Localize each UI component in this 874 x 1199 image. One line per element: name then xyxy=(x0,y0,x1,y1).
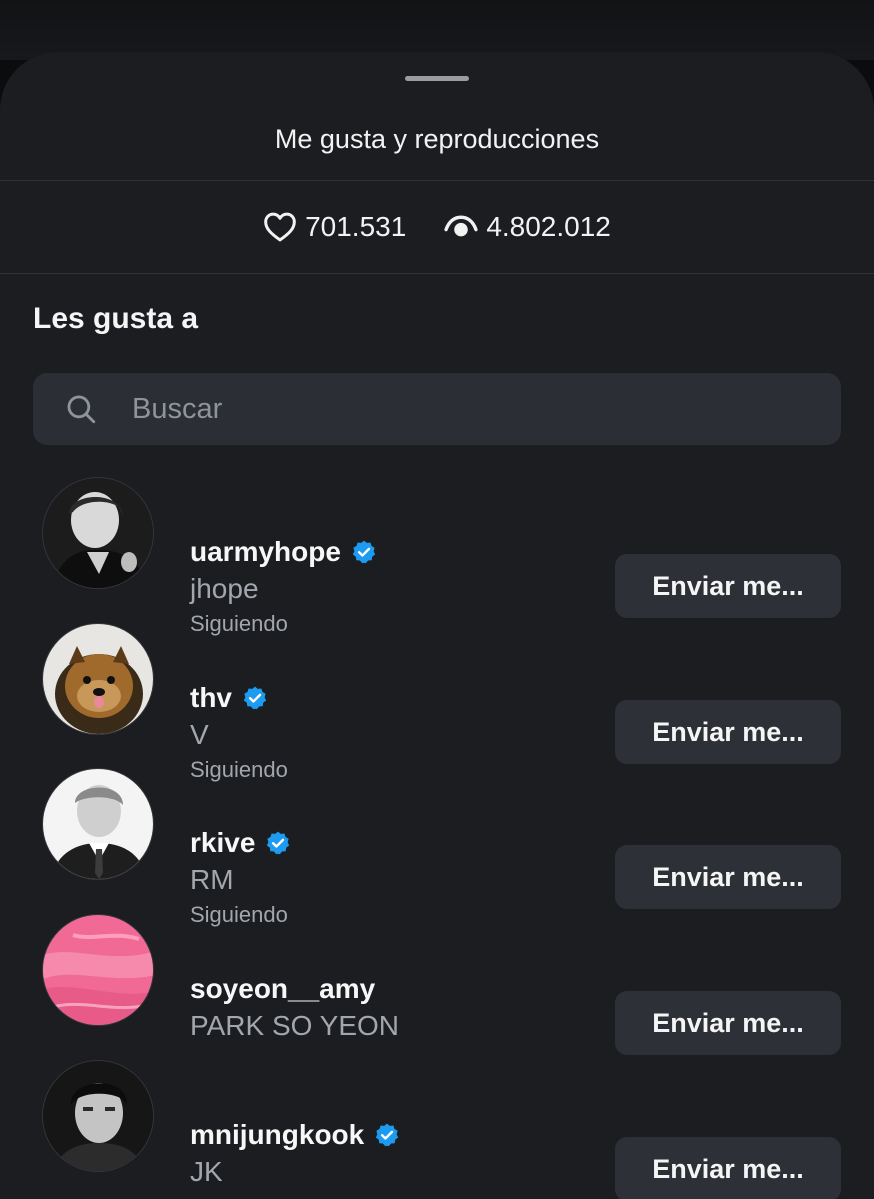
username-text[interactable]: soyeon__amy xyxy=(190,973,375,1005)
avatar[interactable] xyxy=(42,477,154,589)
list-item[interactable]: thv V Siguiendo Enviar me... xyxy=(0,623,874,782)
list-item[interactable]: uarmyhope jhope Siguiendo Enviar me... xyxy=(0,477,874,636)
username-text[interactable]: uarmyhope xyxy=(190,536,341,568)
list-item[interactable]: rkive RM Siguiendo Enviar me... xyxy=(0,768,874,927)
username[interactable]: rkive xyxy=(190,827,291,859)
username[interactable]: thv xyxy=(190,682,268,714)
display-name: JK xyxy=(190,1156,223,1187)
username[interactable]: mnijungkook xyxy=(190,1119,400,1151)
display-name: jhope xyxy=(190,573,259,604)
username-text[interactable]: rkive xyxy=(190,827,255,859)
username[interactable]: soyeon__amy xyxy=(190,973,375,1005)
list-item[interactable]: soyeon__amy PARK SO YEON Enviar me... xyxy=(0,914,874,1055)
display-name: PARK SO YEON xyxy=(190,1010,400,1041)
send-message-button[interactable]: Enviar me... xyxy=(615,845,841,909)
avatar[interactable] xyxy=(42,914,154,1026)
username-text[interactable]: mnijungkook xyxy=(190,1119,364,1151)
username-text[interactable]: thv xyxy=(190,682,232,714)
username[interactable]: uarmyhope xyxy=(190,536,377,568)
avatar[interactable] xyxy=(42,623,154,735)
avatar[interactable] xyxy=(42,768,154,880)
likers-list: uarmyhope jhope Siguiendo Enviar me... t… xyxy=(0,52,874,1199)
list-item[interactable]: mnijungkook JK Enviar me... xyxy=(0,1060,874,1199)
verified-badge-icon xyxy=(265,830,291,856)
verified-badge-icon xyxy=(374,1122,400,1148)
background-dimmed-content xyxy=(0,0,874,60)
send-message-button[interactable]: Enviar me... xyxy=(615,1137,841,1199)
send-message-button[interactable]: Enviar me... xyxy=(615,554,841,618)
verified-badge-icon xyxy=(351,539,377,565)
verified-badge-icon xyxy=(242,685,268,711)
avatar[interactable] xyxy=(42,1060,154,1172)
send-message-button[interactable]: Enviar me... xyxy=(615,700,841,764)
display-name: RM xyxy=(190,864,234,895)
likes-and-views-sheet: Me gusta y reproducciones 701.531 4.802.… xyxy=(0,52,874,1199)
send-message-button[interactable]: Enviar me... xyxy=(615,991,841,1055)
display-name: V xyxy=(190,719,209,750)
